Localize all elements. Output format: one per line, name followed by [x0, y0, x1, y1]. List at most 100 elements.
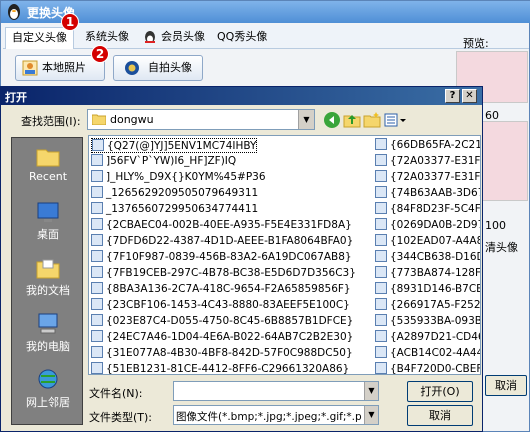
file-item[interactable]: {7DFD6D22-4387-4D1D-AEEE-B1FA8064BFA0} [91, 234, 353, 249]
computer-icon [38, 313, 58, 334]
file-item[interactable]: {023E87C4-D055-4750-8C45-6B8857B1DFCE} [91, 314, 353, 329]
file-item[interactable]: {72A03377-E31F-4E [375, 154, 480, 169]
file-item[interactable]: {24EC7A46-1D04-4E6A-B022-64AB7C2B2E30} [91, 330, 353, 345]
file-item[interactable]: _1265629209505079649311 [91, 186, 258, 201]
file-item[interactable]: {Q27(@]YJ]5ENV1MC74IHBY [91, 138, 258, 153]
file-type-select[interactable]: 图像文件(*.bmp;*.jpg;*.jpeg;*.gif;*.p ▼ [173, 405, 379, 425]
file-item[interactable]: {84F8D23F-5C4F-4E [375, 202, 480, 217]
file-item[interactable]: {344CB638-D16D-45 [375, 250, 480, 265]
image-file-icon [91, 298, 103, 310]
tab-qqshow-avatar[interactable]: QQ秀头像 [211, 27, 273, 49]
image-file-icon [375, 170, 387, 182]
file-item[interactable]: {72A03377-E31F-4E [375, 170, 480, 185]
preview-label: 预览: [463, 37, 489, 50]
file-type-label: 文件类型(T): [89, 411, 153, 424]
back-icon[interactable] [323, 111, 341, 129]
image-file-icon [375, 266, 387, 278]
image-file-icon [91, 266, 103, 278]
image-file-icon [375, 362, 387, 374]
file-item[interactable]: {31E077A8-4B30-4BF8-842D-57F0C988DC50} [91, 346, 353, 361]
tab-member-avatar[interactable]: 会员头像 [139, 27, 211, 49]
new-folder-icon[interactable] [363, 111, 381, 129]
outer-cancel-button[interactable]: 取消 [485, 375, 527, 396]
file-item[interactable]: {535933BA-093B-45 [375, 314, 480, 329]
file-item[interactable]: {74B63AAB-3D67-43 [375, 186, 480, 201]
image-file-icon [375, 282, 387, 294]
image-file-icon [92, 139, 104, 151]
step-badge-2: 2 [91, 45, 109, 63]
image-file-icon [91, 202, 103, 214]
recent-folder-icon [36, 149, 60, 167]
close-button[interactable]: ✕ [462, 89, 477, 103]
image-file-icon [91, 234, 103, 246]
file-item[interactable]: {2CBAEC04-002B-40EE-A935-F5E4E331FD8A} [91, 218, 352, 233]
network-globe-icon [38, 369, 58, 389]
chevron-down-icon[interactable]: ▼ [364, 406, 378, 424]
image-file-icon [91, 346, 103, 358]
dialog-titlebar: 打开 ? ✕ [1, 87, 482, 105]
window-titlebar: 更换头像 [1, 1, 530, 23]
file-item[interactable]: {0269DA0B-2D97-4D [375, 218, 480, 233]
image-file-icon [375, 138, 387, 150]
place-my-documents-label: 我的文档 [26, 284, 70, 297]
file-item[interactable]: {102EAD07-A4A8-46 [375, 234, 480, 249]
tab-member-label: 会员头像 [161, 30, 205, 43]
file-item[interactable]: {7F10F987-0839-456B-83A2-6A19DC067AB8} [91, 250, 352, 265]
image-file-icon [91, 282, 103, 294]
places-bar: Recent 桌面 我的文档 我的电脑 网上邻居 [11, 137, 83, 425]
view-menu-icon[interactable] [383, 111, 407, 129]
clear-avatar-text: 清头像 [485, 241, 518, 254]
file-item[interactable]: {8931D146-B7CE-43 [375, 282, 480, 297]
dialog-title: 打开 [5, 91, 27, 104]
place-recent[interactable]: Recent [12, 144, 84, 183]
file-item[interactable]: {773BA874-128F-46 [375, 266, 480, 281]
tab-custom-avatar[interactable]: 自定义头像 [5, 27, 74, 49]
file-item[interactable]: {B4F720D0-CBEF-4D [375, 362, 480, 374]
file-item[interactable]: {66DB65FA-2C21-4 [375, 138, 480, 153]
file-item[interactable]: {8BA3A136-2C7A-418C-9654-F2A65859856F} [91, 282, 351, 297]
place-recent-label: Recent [28, 170, 68, 183]
place-network[interactable]: 网上邻居 [12, 368, 84, 410]
image-file-icon [91, 314, 103, 326]
look-in-combo[interactable]: dongwu ▼ [87, 109, 315, 130]
image-file-icon [375, 218, 387, 230]
tab-bar: 自定义头像 系统头像 会员头像 QQ秀头像 [3, 25, 529, 49]
help-button[interactable]: ? [445, 89, 460, 103]
file-item[interactable]: ]56FV`P`YW)I6_HF]ZF)IQ [91, 154, 236, 169]
place-my-documents[interactable]: 我的文档 [12, 256, 84, 298]
file-item[interactable]: {266917A5-F252-4C [375, 298, 480, 313]
tab-system-avatar[interactable]: 系统头像 [79, 27, 135, 49]
file-name-input[interactable]: ▼ [173, 381, 379, 401]
step-badge-1: 1 [61, 13, 79, 31]
cancel-button[interactable]: 取消 [407, 405, 473, 426]
chevron-down-icon[interactable]: ▼ [364, 382, 378, 400]
selfie-button[interactable]: 自拍头像 [113, 55, 203, 81]
chevron-down-icon[interactable]: ▼ [298, 110, 314, 129]
file-item[interactable]: {ACB14C02-4A44-4F [375, 346, 480, 361]
image-file-icon [375, 186, 387, 198]
place-desktop[interactable]: 桌面 [12, 200, 84, 242]
place-my-computer[interactable]: 我的电脑 [12, 312, 84, 354]
look-in-value: dongwu [110, 113, 154, 126]
image-file-icon [91, 330, 103, 342]
image-file-icon [91, 250, 103, 262]
camera-icon [125, 61, 139, 75]
image-file-icon [375, 298, 387, 310]
place-network-label: 网上邻居 [26, 396, 70, 409]
file-item[interactable]: _1376560729950634774411 [91, 202, 258, 217]
file-item[interactable]: {A2897D21-CD46-4 [375, 330, 480, 345]
file-list[interactable]: {Q27(@]YJ]5ENV1MC74IHBY ]56FV`P`YW)I6_HF… [88, 135, 481, 375]
image-file-icon [91, 218, 103, 230]
image-file-icon [375, 250, 387, 262]
file-item[interactable]: ]_HLY%_D9X{}K0YM%45#P36 [91, 170, 266, 185]
open-button[interactable]: 打开(O) [407, 381, 473, 402]
image-file-icon [91, 170, 103, 182]
image-file-icon [375, 202, 387, 214]
file-type-value: 图像文件(*.bmp;*.jpg;*.jpeg;*.gif;*.p [176, 411, 362, 423]
image-file-icon [375, 234, 387, 246]
up-folder-icon[interactable] [343, 111, 361, 129]
file-item[interactable]: {51EB1231-81CE-4412-8FF6-C29661320A86} [91, 362, 349, 374]
person-photo-icon [22, 60, 38, 76]
file-item[interactable]: {7FB19CEB-297C-4B78-BC38-E5D6D7D356C3} [91, 266, 356, 281]
file-item[interactable]: {23CBF106-1453-4C43-8880-83AEEF5E100C} [91, 298, 350, 313]
